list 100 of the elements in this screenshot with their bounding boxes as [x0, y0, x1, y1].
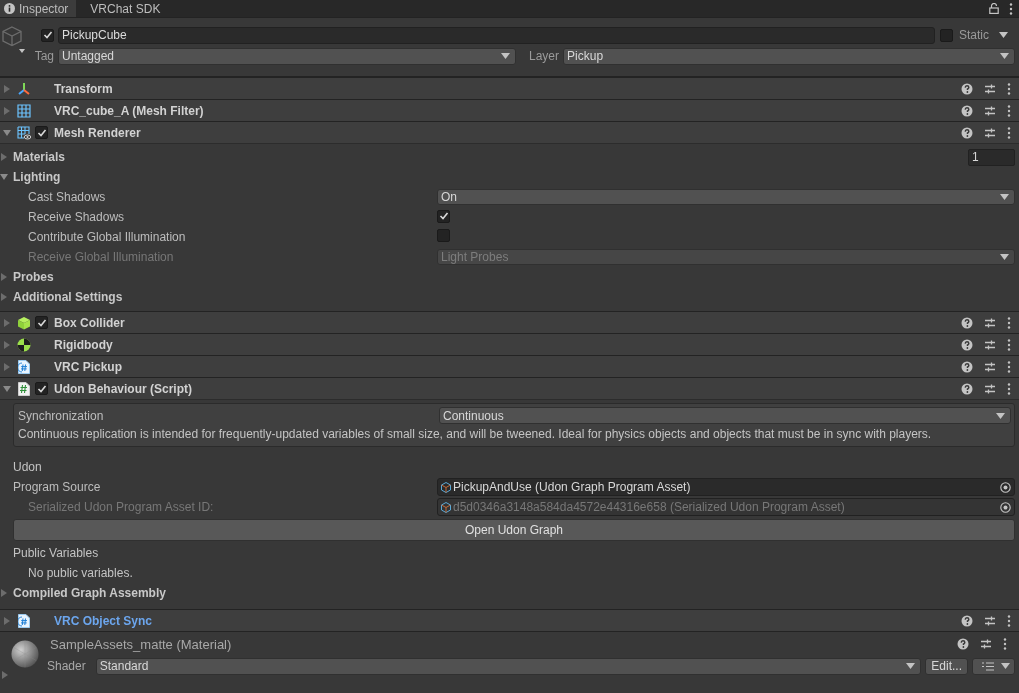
component-header[interactable]: Rigidbody	[0, 333, 1019, 355]
more-menu-icon[interactable]	[1007, 382, 1011, 395]
layer-label: Layer	[529, 49, 560, 63]
preset-icon[interactable]	[984, 104, 996, 117]
more-menu-icon[interactable]	[1007, 360, 1011, 373]
panel-tab[interactable]: VRChat SDK	[76, 0, 169, 17]
component-title: VRC Pickup	[54, 359, 122, 374]
help-icon[interactable]	[961, 316, 973, 329]
enable-checkbox[interactable]	[35, 382, 48, 395]
cube-icon	[17, 315, 31, 330]
help-icon[interactable]	[957, 638, 969, 650]
component-header[interactable]: VRC_cube_A (Mesh Filter)	[0, 99, 1019, 121]
foldout-label[interactable]: Compiled Graph Assembly	[13, 586, 166, 600]
component-title: Box Collider	[54, 315, 125, 330]
csharp-script-icon	[18, 359, 30, 374]
options-dropdown[interactable]	[972, 657, 1015, 675]
foldout-arrow[interactable]	[3, 384, 11, 393]
grid-eye-icon	[17, 125, 31, 140]
foldout-label[interactable]: Probes	[13, 270, 54, 284]
property-label: Cast Shadows	[28, 190, 107, 204]
help-icon[interactable]	[961, 338, 973, 351]
component-title: Rigidbody	[54, 337, 113, 352]
more-menu-icon[interactable]	[1007, 104, 1011, 117]
component-title: Mesh Renderer	[54, 125, 141, 140]
hash-script-icon	[18, 381, 30, 396]
info-icon	[4, 3, 15, 14]
component-title: Udon Behaviour (Script)	[54, 381, 192, 396]
foldout-arrow[interactable]	[3, 128, 11, 137]
panel-tab[interactable]: Inspector	[0, 0, 77, 17]
lock-icon[interactable]	[989, 3, 999, 14]
enable-checkbox[interactable]	[35, 126, 48, 139]
dropdown-value: Pickup	[567, 49, 604, 63]
property-checkbox[interactable]	[437, 209, 450, 223]
section-heading: Public Variables	[13, 545, 100, 562]
dropdown[interactable]: On	[437, 189, 1015, 205]
preset-icon[interactable]	[984, 316, 996, 329]
object-picker-icon[interactable]	[1000, 481, 1011, 493]
asset-icon	[441, 501, 451, 513]
edit-button[interactable]: Edit...	[925, 657, 968, 675]
component-header[interactable]: Transform	[0, 77, 1019, 99]
csharp-script-icon	[18, 613, 30, 628]
preset-icon[interactable]	[984, 614, 996, 627]
help-icon[interactable]	[961, 382, 973, 395]
property-label: Contribute Global Illumination	[28, 230, 187, 244]
more-menu-icon[interactable]	[1007, 82, 1011, 95]
material-sphere-icon	[10, 640, 40, 668]
size-field[interactable]: 1	[968, 148, 1015, 166]
static-checkbox[interactable]	[940, 28, 953, 42]
caret-icon	[999, 32, 1008, 38]
property-label: Serialized Udon Program Asset ID:	[27, 500, 215, 514]
property-checkbox[interactable]	[437, 229, 450, 242]
preset-icon[interactable]	[984, 360, 996, 373]
preset-icon[interactable]	[984, 82, 996, 95]
component-title: Transform	[54, 81, 113, 96]
property-label: Receive Shadows	[28, 210, 126, 224]
active-checkbox[interactable]	[41, 28, 54, 42]
foldout-label[interactable]: Lighting	[13, 170, 61, 184]
component-header[interactable]: Udon Behaviour (Script)	[0, 377, 1019, 399]
preset-icon[interactable]	[984, 382, 996, 395]
more-menu-icon[interactable]	[1007, 614, 1011, 627]
name-field[interactable]: PickupCube	[58, 26, 935, 44]
caret-icon	[501, 53, 510, 59]
component-header[interactable]: Box Collider	[0, 311, 1019, 333]
more-menu-icon[interactable]	[1003, 638, 1007, 650]
more-menu-icon[interactable]	[1009, 2, 1013, 15]
caret-icon	[996, 412, 1005, 419]
foldout-arrow[interactable]	[0, 173, 8, 181]
component-header[interactable]: Mesh Renderer	[0, 121, 1019, 143]
tag-dropdown[interactable]: Untagged	[58, 47, 516, 65]
help-icon[interactable]	[961, 104, 973, 117]
help-icon[interactable]	[961, 126, 973, 139]
static-label: Static	[959, 28, 989, 42]
foldout-label[interactable]: Materials	[13, 150, 66, 164]
help-icon[interactable]	[961, 614, 973, 627]
caret-icon	[1000, 254, 1009, 260]
more-menu-icon[interactable]	[1007, 338, 1011, 351]
caret-icon	[1000, 53, 1009, 59]
dropdown[interactable]: Continuous	[439, 407, 1011, 424]
preset-icon[interactable]	[984, 126, 996, 139]
enable-checkbox[interactable]	[35, 316, 48, 329]
rigidbody-icon	[17, 337, 31, 352]
object-field[interactable]: PickupAndUse (Udon Graph Program Asset)	[437, 478, 1015, 496]
more-menu-icon[interactable]	[1007, 126, 1011, 139]
shader-dropdown[interactable]: Standard	[95, 657, 922, 675]
open-graph-button[interactable]: Open Udon Graph	[13, 519, 1015, 541]
dropdown-value: Continuous	[443, 408, 504, 423]
component-header[interactable]: VRC Object Sync	[0, 609, 1019, 631]
preset-icon[interactable]	[980, 638, 992, 650]
object-value: PickupAndUse (Udon Graph Program Asset)	[453, 480, 691, 494]
help-icon[interactable]	[961, 82, 973, 95]
help-icon[interactable]	[961, 360, 973, 373]
preset-icon[interactable]	[984, 338, 996, 351]
grid-icon	[17, 103, 31, 118]
foldout-label[interactable]: Additional Settings	[13, 290, 123, 304]
list-icon	[982, 661, 994, 671]
object-picker-icon[interactable]	[1000, 501, 1011, 513]
layer-dropdown[interactable]: Pickup	[563, 47, 1015, 65]
more-menu-icon[interactable]	[1007, 316, 1011, 329]
component-header[interactable]: VRC Pickup	[0, 355, 1019, 377]
material-name: SampleAssets_matte (Material)	[50, 636, 232, 652]
